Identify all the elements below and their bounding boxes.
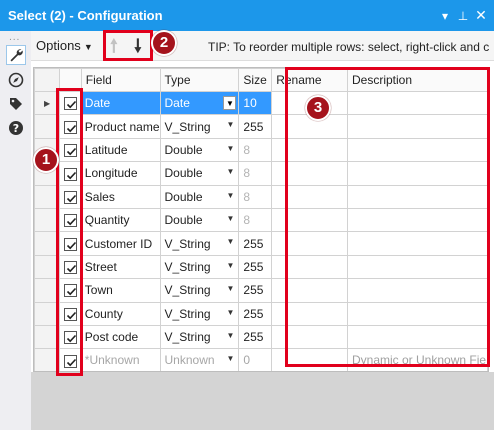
type-dropdown[interactable]: V_String ▼	[159, 324, 240, 350]
column-header-size[interactable]: Size	[238, 68, 273, 92]
size-cell[interactable]: 8	[238, 161, 273, 186]
chevron-down-icon[interactable]: ▼	[226, 308, 234, 317]
type-dropdown[interactable]: Double ▼	[159, 161, 240, 186]
type-value: V_String	[164, 236, 211, 251]
type-dropdown[interactable]: V_String ▼	[159, 254, 240, 280]
field-name-cell[interactable]: Sales	[80, 184, 161, 209]
compass-icon[interactable]	[6, 70, 26, 90]
type-value: Double	[164, 213, 203, 228]
help-icon[interactable]: ?	[6, 118, 26, 138]
field-name-cell[interactable]: Street	[80, 254, 161, 280]
field-name-cell[interactable]: County	[80, 301, 161, 326]
chevron-down-icon[interactable]: ▼	[226, 214, 234, 223]
annotation-badge-1: 1	[33, 147, 59, 173]
column-header-field[interactable]: Field	[80, 68, 161, 92]
annotation-box-reorder-arrows	[103, 30, 153, 61]
annotation-badge-2: 2	[151, 30, 177, 56]
column-header-type[interactable]: Type	[159, 68, 240, 92]
size-cell[interactable]: 255	[238, 301, 273, 326]
type-value: V_String	[164, 259, 211, 274]
size-cell[interactable]: 255	[238, 324, 273, 350]
chevron-down-icon[interactable]: ▼	[223, 96, 237, 110]
window-title: Select (2) - Configuration	[8, 8, 163, 23]
type-dropdown[interactable]: V_String ▼	[159, 231, 240, 256]
type-value: Double	[164, 166, 203, 181]
chevron-down-icon[interactable]: ▼	[226, 261, 234, 270]
field-name-cell[interactable]: Post code	[80, 324, 161, 350]
wrench-icon[interactable]	[6, 45, 26, 65]
type-value: V_String	[164, 119, 211, 134]
field-name-cell[interactable]: Date	[80, 90, 161, 116]
type-value: V_String	[164, 330, 211, 345]
size-cell[interactable]: 8	[238, 184, 273, 209]
type-value: Double	[164, 142, 203, 157]
size-cell[interactable]: 0	[238, 348, 273, 371]
chevron-down-icon[interactable]: ▼	[226, 331, 234, 340]
type-value: Double	[164, 189, 203, 204]
type-value: V_String	[164, 306, 211, 321]
annotation-box-checkboxes	[56, 88, 83, 376]
field-name-cell[interactable]: Quantity	[80, 207, 161, 233]
grip-handle: ∙∙∙	[9, 34, 21, 45]
chevron-down-icon[interactable]: ▼	[226, 167, 234, 176]
type-value: Unknown	[164, 353, 215, 368]
options-label: Options	[36, 38, 81, 53]
tip-text: TIP: To reorder multiple rows: select, r…	[208, 40, 490, 54]
dropdown-arrow-icon[interactable]: ▾	[436, 9, 454, 23]
size-cell[interactable]: 8	[238, 137, 273, 163]
type-dropdown[interactable]: V_String ▼	[159, 278, 240, 303]
field-name-cell[interactable]: Town	[80, 278, 161, 303]
type-dropdown[interactable]: Double ▼	[159, 137, 240, 163]
size-cell[interactable]: 255	[238, 278, 273, 303]
type-dropdown[interactable]: V_String ▼	[159, 301, 240, 326]
size-cell[interactable]: 255	[238, 254, 273, 280]
toolbar: Options ▼ 🠕 🠗 TIP: To reorder multiple ro…	[31, 31, 494, 61]
type-dropdown[interactable]: Double ▼	[159, 207, 240, 233]
type-value: V_String	[164, 283, 211, 298]
size-cell[interactable]: 8	[238, 207, 273, 233]
chevron-down-icon[interactable]: ▼	[226, 144, 234, 153]
grid-empty-area	[31, 372, 494, 430]
pin-icon[interactable]: ⊥	[454, 9, 472, 23]
chevron-down-icon[interactable]: ▼	[226, 237, 234, 246]
type-dropdown[interactable]: Double ▼	[159, 184, 240, 209]
size-cell[interactable]: 10	[238, 90, 273, 116]
window-titlebar: Select (2) - Configuration ▾ ⊥ ✕	[0, 0, 494, 31]
tag-icon[interactable]	[6, 94, 26, 114]
type-dropdown[interactable]: Date ▼	[159, 90, 240, 116]
chevron-down-icon[interactable]: ▼	[226, 120, 234, 129]
chevron-down-icon[interactable]: ▼	[226, 284, 234, 293]
annotation-badge-3: 3	[305, 95, 331, 121]
chevron-down-icon: ▼	[83, 42, 93, 52]
type-dropdown[interactable]: V_String ▼	[159, 114, 240, 139]
size-cell[interactable]: 255	[238, 114, 273, 139]
field-name-cell[interactable]: Latitude	[80, 137, 161, 163]
chevron-down-icon[interactable]: ▼	[226, 191, 234, 200]
close-icon[interactable]: ✕	[472, 7, 490, 24]
type-value: Date	[164, 96, 190, 111]
field-name-cell[interactable]: Customer ID	[80, 231, 161, 256]
field-name-cell[interactable]: *Unknown	[80, 348, 161, 371]
chevron-down-icon[interactable]: ▼	[226, 354, 234, 363]
type-dropdown[interactable]: Unknown ▼	[159, 348, 240, 371]
field-name-cell[interactable]: Longitude	[80, 161, 161, 186]
side-toolbar: ∙∙∙ ?	[0, 31, 31, 430]
svg-text:?: ?	[13, 122, 19, 135]
field-name-cell[interactable]: Product name	[80, 114, 161, 139]
size-cell[interactable]: 255	[238, 231, 273, 256]
options-menu-button[interactable]: Options ▼	[36, 38, 93, 53]
